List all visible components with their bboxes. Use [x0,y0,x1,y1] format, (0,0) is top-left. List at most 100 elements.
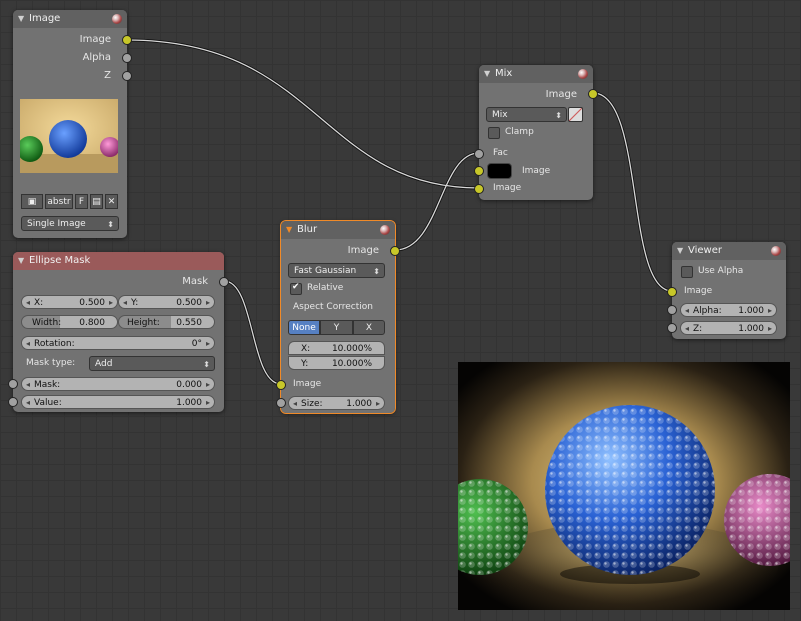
use-alpha-checkbox[interactable] [681,266,693,278]
viewer-backdrop-image [458,362,790,610]
mix-output-image: Image [479,86,593,104]
ellipse-mask-node[interactable]: ▼ Ellipse Mask Mask ◂ X: 0.500 ▸ ◂ Y: 0.500 ▸ … [8,252,229,412]
viewer-alpha-input-socket[interactable] [667,305,677,315]
blur-node[interactable]: ▼ Blur Image Fast Gaussian ⬍ ✔ Relative … [276,220,400,414]
preview-toggle-icon[interactable] [578,69,588,79]
viewer-alpha-field[interactable]: ◂ Alpha: 1.000 ▸ [680,303,777,317]
value-input-socket[interactable] [8,397,18,407]
output-mask: Mask [13,273,224,291]
checkmark-icon: ✔ [292,282,300,292]
image-browse-button[interactable]: ▣ [21,194,43,209]
value-field[interactable]: ◂ Value: 1.000 ▸ [21,395,215,409]
image-output-socket[interactable] [122,35,132,45]
collapse-arrow-icon[interactable]: ▼ [18,252,24,270]
output-mask-label: Mask [182,276,208,287]
width-label: Width: [32,318,62,328]
alpha-output-socket[interactable] [122,53,132,63]
open-file-icon[interactable]: ▤ [90,194,103,209]
relative-label: Relative [307,283,344,293]
z-output-socket[interactable] [122,71,132,81]
fac-input-socket[interactable] [474,149,484,159]
height-field[interactable]: Height: 0.550 [118,315,215,329]
mask-type-dropdown[interactable]: Add ⬍ [89,356,215,371]
preview-toggle-icon[interactable] [771,246,781,256]
image-node[interactable]: ▼ Image Image Alpha Z ▣ abstr F ▤ ✕ Sing… [13,10,132,238]
image-name-field[interactable]: abstr [45,194,73,209]
image-node-title: Image [29,13,61,24]
height-label: Height: [127,318,160,328]
rotation-field[interactable]: ◂ Rotation: 0° ▸ [21,336,215,350]
collapse-arrow-icon[interactable]: ▼ [484,65,490,83]
blur-size-field[interactable]: ◂ Size: 1.000 ▸ [288,396,385,410]
mix-node[interactable]: ▼ Mix Image Mix ⬍ Clamp Fac Image Image [474,65,598,200]
x-field[interactable]: ◂ X: 0.500 ▸ [21,295,118,309]
viewer-alpha-value: 1.000 [738,306,764,316]
collapse-arrow-icon[interactable]: ▼ [677,242,683,260]
use-alpha-icon[interactable] [568,107,583,122]
blur-y-value: 10.000% [331,359,372,369]
blur-node-header[interactable]: ▼ Blur [281,221,395,239]
mix-blend-dropdown[interactable]: Mix ⬍ [486,107,567,122]
viewer-z-input-socket[interactable] [667,323,677,333]
blur-x-value: 10.000% [331,344,372,354]
image-node-header[interactable]: ▼ Image [13,10,127,28]
x-value: 0.500 [79,298,105,308]
ellipse-mask-header[interactable]: ▼ Ellipse Mask [13,252,224,270]
mask-label: Mask: [34,380,61,390]
y-value: 0.500 [176,298,202,308]
viewer-node-header[interactable]: ▼ Viewer [672,242,786,260]
aspect-none-button[interactable]: None [288,320,320,335]
image-source-value: Single Image [27,219,86,229]
clamp-checkbox[interactable] [488,127,500,139]
fac-label: Fac [493,148,508,158]
blur-x-field[interactable]: X: 10.000% [288,341,385,355]
blur-y-field[interactable]: Y: 10.000% [288,356,385,370]
viewer-z-field[interactable]: ◂ Z: 1.000 ▸ [680,321,777,335]
mask-input-socket[interactable] [8,379,18,389]
dropdown-chevron-icon: ⬍ [203,360,210,369]
blur-size-input-socket[interactable] [276,398,286,408]
output-image: Image [13,31,127,49]
blur-filter-dropdown[interactable]: Fast Gaussian ⬍ [288,263,385,278]
fake-user-button[interactable]: F [75,194,88,209]
blur-size-label: Size: [301,399,323,409]
image1-input-socket[interactable] [474,166,484,176]
clamp-label: Clamp [505,127,534,137]
width-field[interactable]: Width: 0.800 [21,315,118,329]
viewer-alpha-label: Alpha: [693,306,722,316]
blur-image-input-socket[interactable] [276,380,286,390]
image2-label: Image [493,183,522,193]
output-alpha-label: Alpha [82,52,111,63]
collapse-arrow-icon[interactable]: ▼ [286,221,292,239]
blur-node-title: Blur [297,224,318,235]
image1-color-swatch[interactable] [487,163,512,179]
mix-node-title: Mix [495,68,513,79]
mix-node-header[interactable]: ▼ Mix [479,65,593,83]
use-alpha-label: Use Alpha [698,266,744,276]
link-mix-to-viewer [592,91,673,293]
mask-field[interactable]: ◂ Mask: 0.000 ▸ [21,377,215,391]
output-image-label: Image [79,34,111,45]
blur-filter-value: Fast Gaussian [294,266,357,276]
relative-checkbox[interactable]: ✔ [290,282,302,295]
aspect-x-button[interactable]: X [353,320,385,335]
preview-toggle-icon[interactable] [112,14,122,24]
blur-output-label: Image [347,245,379,256]
image-source-dropdown[interactable]: Single Image ⬍ [21,216,119,231]
height-value: 0.550 [176,318,202,328]
width-value: 0.800 [79,318,105,328]
viewer-image-label: Image [684,286,713,296]
blur-size-value: 1.000 [346,399,372,409]
viewer-image-input-socket[interactable] [667,287,677,297]
image2-input-socket[interactable] [474,184,484,194]
collapse-arrow-icon[interactable]: ▼ [18,10,24,28]
preview-toggle-icon[interactable] [380,225,390,235]
aspect-y-button[interactable]: Y [320,320,353,335]
y-field[interactable]: ◂ Y: 0.500 ▸ [118,295,215,309]
viewer-node[interactable]: ▼ Viewer Use Alpha Image ◂ Alpha: 1.000 ▸ ◂… [667,242,786,339]
blur-output-socket[interactable] [390,246,400,256]
aspect-correction-label: Aspect Correction [293,302,373,312]
mask-output-socket[interactable] [219,277,229,287]
mix-output-socket[interactable] [588,89,598,99]
unlink-close-icon[interactable]: ✕ [105,194,118,209]
